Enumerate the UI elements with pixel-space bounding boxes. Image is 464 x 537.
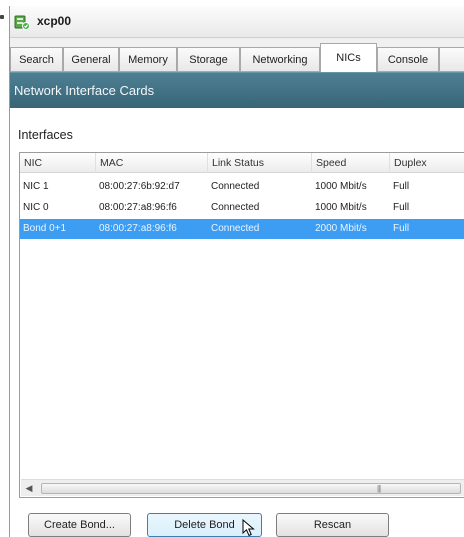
column-header-link-status[interactable]: Link Status: [208, 153, 312, 173]
cell-link-status: Connected: [211, 202, 260, 213]
cell-speed: 1000 Mbit/s: [315, 181, 367, 192]
column-header-mac[interactable]: MAC: [96, 153, 208, 173]
scrollbar-thumb[interactable]: |||: [41, 483, 461, 494]
server-icon: [14, 15, 30, 30]
interfaces-list[interactable]: NIC MAC Link Status Speed Duplex NIC 1 0…: [19, 152, 464, 498]
tab-memory-label: Memory: [128, 54, 168, 66]
column-header-duplex[interactable]: Duplex: [390, 153, 464, 173]
tab-console[interactable]: Console: [377, 47, 439, 72]
window-edge-marker: [0, 15, 4, 19]
cell-speed: 2000 Mbit/s: [315, 223, 367, 234]
tab-networking[interactable]: Networking: [240, 47, 320, 72]
nics-panel: Interfaces NIC MAC Link Status Speed Dup…: [10, 108, 464, 537]
cell-link-status: Connected: [211, 181, 260, 192]
cell-mac: 08:00:27:a8:96:f6: [99, 223, 177, 234]
cell-mac: 08:00:27:6b:92:d7: [99, 181, 180, 192]
window-title: xcp00: [37, 14, 72, 28]
column-header-nic[interactable]: NIC: [20, 153, 96, 173]
cell-link-status: Connected: [211, 223, 260, 234]
section-header: Network Interface Cards: [10, 72, 464, 108]
create-bond-button[interactable]: Create Bond...: [28, 513, 131, 537]
interfaces-label: Interfaces: [18, 128, 73, 142]
app-window: xcp00 Search General Memory Storage Netw…: [9, 6, 464, 537]
rescan-button[interactable]: Rescan: [276, 513, 389, 537]
table-row-selected[interactable]: Bond 0+1 08:00:27:a8:96:f6 Connected 200…: [20, 219, 464, 239]
cell-mac: 08:00:27:a8:96:f6: [99, 202, 177, 213]
cell-nic: NIC 0: [23, 202, 49, 213]
tab-storage[interactable]: Storage: [177, 47, 240, 72]
tab-networking-label: Networking: [252, 54, 308, 66]
horizontal-scrollbar[interactable]: ◀ |||: [21, 479, 464, 496]
tab-general-label: General: [71, 54, 111, 66]
tab-storage-label: Storage: [189, 54, 228, 66]
tab-console-label: Console: [387, 54, 429, 66]
tab-overflow[interactable]: [439, 47, 464, 72]
tab-search-label: Search: [19, 54, 54, 66]
cell-duplex: Full: [393, 202, 410, 213]
table-row[interactable]: NIC 0 08:00:27:a8:96:f6 Connected 1000 M…: [20, 198, 464, 218]
tab-strip: Search General Memory Storage Networking…: [10, 43, 464, 72]
cell-duplex: Full: [393, 181, 410, 192]
server-title-bar: xcp00: [10, 6, 464, 38]
tab-nics-label: NICs: [336, 52, 361, 64]
cell-nic: Bond 0+1: [23, 223, 67, 234]
mouse-cursor-icon: [242, 519, 255, 537]
tab-general[interactable]: General: [63, 47, 119, 72]
column-header-row: NIC MAC Link Status Speed Duplex: [20, 153, 464, 173]
scroll-grip-icon: |||: [377, 484, 381, 493]
tab-search[interactable]: Search: [10, 47, 63, 72]
section-title: Network Interface Cards: [14, 83, 155, 98]
scroll-left-arrow-icon[interactable]: ◀: [23, 482, 35, 494]
tab-memory[interactable]: Memory: [119, 47, 177, 72]
cell-nic: NIC 1: [23, 181, 49, 192]
column-header-speed[interactable]: Speed: [312, 153, 390, 173]
table-row[interactable]: NIC 1 08:00:27:6b:92:d7 Connected 1000 M…: [20, 177, 464, 197]
tab-nics[interactable]: NICs: [320, 43, 377, 72]
cell-speed: 1000 Mbit/s: [315, 202, 367, 213]
cell-duplex: Full: [393, 223, 410, 234]
